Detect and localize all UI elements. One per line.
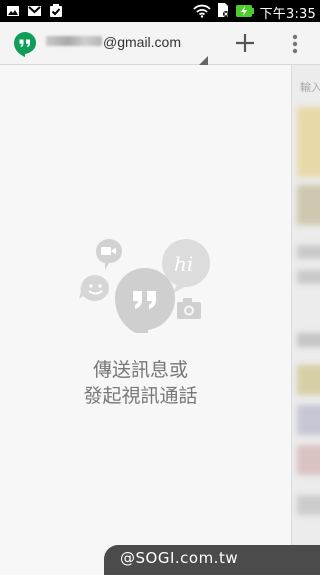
side-panel-item	[297, 495, 320, 515]
quote-bubble-icon	[115, 268, 175, 333]
side-panel-peek[interactable]: 輸入	[291, 65, 320, 569]
account-name-redacted	[46, 36, 102, 46]
empty-state-line-2: 發起視訊通話	[83, 385, 198, 407]
watermark-text: @SOGI.com.tw	[120, 549, 239, 567]
system-status: 下午3:35	[192, 2, 316, 22]
side-panel-item	[297, 365, 320, 395]
notification-icons	[6, 3, 63, 22]
battery-charging-icon	[235, 3, 255, 22]
video-bubble-icon	[96, 239, 122, 270]
side-panel-input-hint: 輸入	[300, 81, 320, 94]
empty-state-line-1: 傳送訊息或	[92, 359, 188, 381]
side-panel-item	[297, 405, 320, 435]
gallery-icon	[6, 3, 20, 22]
side-panel-item	[297, 333, 320, 347]
hangouts-logo-icon[interactable]	[12, 31, 38, 57]
task-icon	[49, 3, 63, 22]
smiley-bubble-icon	[79, 275, 109, 301]
empty-state-message: 傳送訊息或 發起視訊通話	[0, 357, 281, 409]
conversation-list-empty: hi 傳送訊息或 發起視訊通話	[0, 65, 291, 569]
app-bar: @gmail.com	[0, 22, 320, 65]
overflow-menu-button[interactable]	[288, 33, 302, 55]
bubble-hi-text: hi	[174, 252, 193, 276]
empty-state-illustration: hi	[79, 239, 210, 333]
camera-icon	[177, 298, 201, 319]
side-panel-item	[297, 107, 320, 177]
plus-icon	[236, 34, 254, 52]
side-panel-item	[297, 185, 320, 225]
account-email[interactable]: @gmail.com	[103, 34, 181, 50]
sim-icon	[216, 2, 230, 22]
clock: 下午3:35	[259, 6, 316, 22]
overflow-menu-icon	[292, 34, 298, 54]
watermark: @SOGI.com.tw	[104, 545, 320, 575]
side-panel-item	[297, 245, 320, 259]
side-panel-item	[297, 445, 320, 475]
status-bar: 下午3:35	[0, 0, 320, 22]
side-panel-item	[297, 270, 320, 284]
gmail-icon	[27, 3, 42, 22]
new-conversation-button[interactable]	[234, 32, 256, 54]
wifi-icon	[192, 3, 211, 22]
